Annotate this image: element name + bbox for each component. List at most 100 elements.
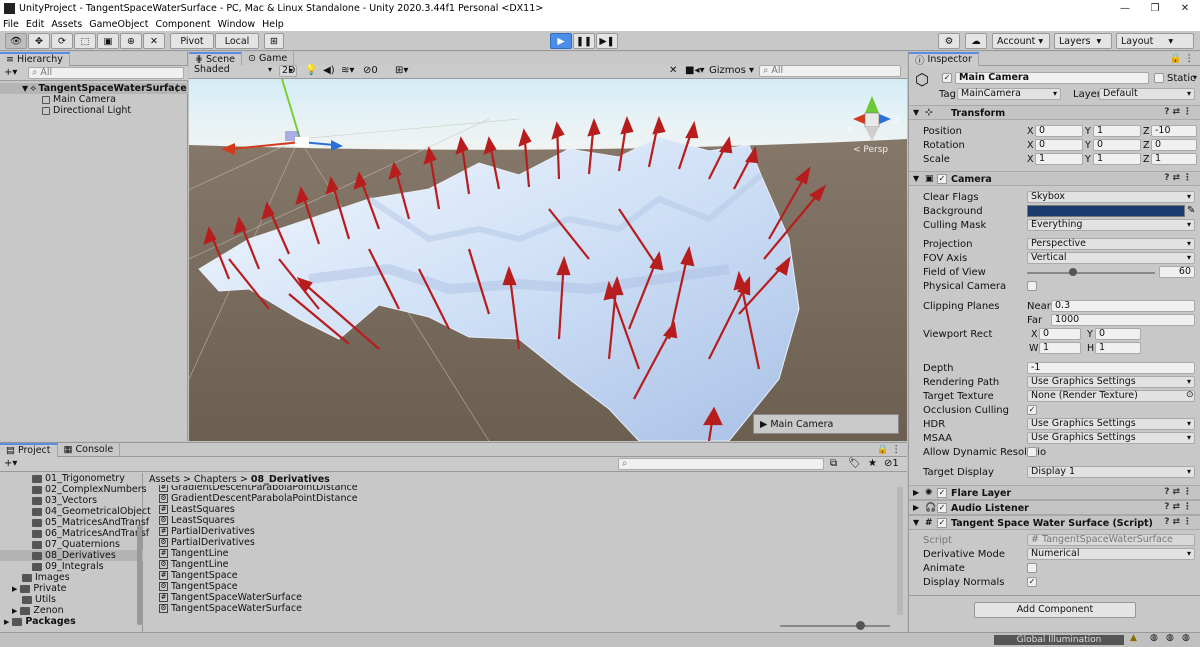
static-checkbox[interactable] xyxy=(1154,73,1164,83)
favorites-icon[interactable]: ★ xyxy=(868,458,877,469)
camera-header[interactable]: ▼ ▣ ✓ Camera ?⇄⋮ xyxy=(909,171,1200,186)
flare-enabled-checkbox[interactable]: ✓ xyxy=(937,488,947,498)
audio-listener-enabled-checkbox[interactable]: ✓ xyxy=(937,503,947,513)
file-item[interactable]: # TangentLine xyxy=(159,548,229,559)
project-lock-icon[interactable]: 🔒 ⋮ xyxy=(877,444,901,455)
create-icon[interactable]: +▾ xyxy=(4,458,17,469)
file-item[interactable]: ⚙ TangentSpace xyxy=(159,581,238,592)
tag-dropdown[interactable]: MainCamera xyxy=(957,88,1061,100)
folder-item[interactable]: 07_Quaternions xyxy=(32,539,120,550)
gizmos-dropdown[interactable]: Gizmos ▾ xyxy=(709,65,754,76)
breadcrumb-assets[interactable]: Assets xyxy=(149,474,180,485)
lighting-status-icon[interactable]: ◍ xyxy=(1150,633,1158,643)
file-item[interactable]: ⚙ GradientDescentParabolaPointDistance xyxy=(159,493,358,504)
dynamic-resolution-checkbox[interactable] xyxy=(1027,447,1037,457)
menu-window[interactable]: Window xyxy=(218,19,255,30)
scene-search-input[interactable]: ⌕ All xyxy=(759,65,901,77)
grid-snap-icon[interactable]: ⊞ xyxy=(264,33,284,49)
play-button[interactable]: ▶ xyxy=(550,33,572,49)
scale-y[interactable]: 1 xyxy=(1093,153,1141,165)
fov-slider-handle[interactable] xyxy=(1069,268,1077,276)
layer-dropdown[interactable]: Default xyxy=(1099,88,1195,100)
file-item[interactable]: ⚙ PartialDerivatives xyxy=(159,537,255,548)
hierarchy-item-main-camera[interactable]: Main Camera xyxy=(42,94,116,105)
viewport-h[interactable]: 1 xyxy=(1095,342,1141,354)
folder-item[interactable]: ▶ Private xyxy=(12,583,67,594)
culling-mask-dropdown[interactable]: Everything xyxy=(1027,219,1195,231)
folder-item[interactable]: ▶ Zenon xyxy=(12,605,64,616)
fov-field[interactable]: 60 xyxy=(1159,266,1195,278)
add-component-button[interactable]: Add Component xyxy=(974,602,1136,618)
animate-checkbox[interactable] xyxy=(1027,563,1037,573)
layout-dropdown[interactable]: Layout ▾ xyxy=(1116,33,1194,49)
script-enabled-checkbox[interactable]: ✓ xyxy=(937,518,947,528)
tab-hierarchy[interactable]: ≡ Hierarchy xyxy=(0,51,70,66)
script-header[interactable]: ▼ # ✓ Tangent Space Water Surface (Script… xyxy=(909,515,1200,530)
viewport-y[interactable]: 0 xyxy=(1095,328,1141,340)
far-field[interactable]: 1000 xyxy=(1051,314,1195,326)
move-tool-icon[interactable]: ✥ xyxy=(28,33,50,49)
tab-inspector[interactable]: ⓘ Inspector xyxy=(909,51,979,67)
tab-project[interactable]: ▤ Project xyxy=(0,442,58,457)
fov-axis-dropdown[interactable]: Vertical xyxy=(1027,252,1195,264)
packages-folder[interactable]: ▶ Packages xyxy=(4,616,76,627)
inspector-lock-icon[interactable]: 🔒 ⋮ xyxy=(1170,53,1194,64)
icon-size-slider-handle[interactable] xyxy=(856,621,865,630)
position-x[interactable]: 0 xyxy=(1035,125,1083,137)
rotation-z[interactable]: 0 xyxy=(1151,139,1197,151)
clear-flags-dropdown[interactable]: Skybox xyxy=(1027,191,1195,203)
breadcrumb-current[interactable]: 08_Derivatives xyxy=(251,474,330,485)
filter-type-icon[interactable]: ⧉ xyxy=(830,458,837,469)
maximize-button[interactable]: ❐ xyxy=(1140,3,1170,14)
occlusion-culling-checkbox[interactable]: ✓ xyxy=(1027,405,1037,415)
scale-z[interactable]: 1 xyxy=(1151,153,1197,165)
camera-icon[interactable]: ■◂▾ xyxy=(685,65,705,76)
physical-camera-checkbox[interactable] xyxy=(1027,281,1037,291)
collab-icon[interactable]: ⚙ xyxy=(938,33,960,49)
transform-header[interactable]: ▼ ⊹ Transform ?⇄⋮ xyxy=(909,105,1200,120)
msaa-dropdown[interactable]: Use Graphics Settings xyxy=(1027,432,1195,444)
object-picker-icon[interactable]: ⊙ xyxy=(1186,390,1194,400)
active-checkbox[interactable]: ✓ xyxy=(942,73,952,83)
derivative-mode-dropdown[interactable]: Numerical xyxy=(1027,548,1195,560)
audio-listener-header[interactable]: ▶ 🎧 ✓ Audio Listener ?⇄⋮ xyxy=(909,500,1200,515)
viewport-x[interactable]: 0 xyxy=(1039,328,1081,340)
scene-viewport[interactable]: x z < Persp ▶ Main Camera xyxy=(189,79,907,441)
position-y[interactable]: 1 xyxy=(1093,125,1141,137)
minimize-button[interactable]: — xyxy=(1110,3,1140,14)
display-normals-checkbox[interactable]: ✓ xyxy=(1027,577,1037,587)
layers-dropdown[interactable]: Layers ▾ xyxy=(1054,33,1112,49)
hidden-objects-icon[interactable]: ⊘0 xyxy=(363,65,378,76)
position-z[interactable]: -10 xyxy=(1151,125,1197,137)
folder-item[interactable]: 09_Integrals xyxy=(32,561,104,572)
pivot-toggle[interactable]: Pivot xyxy=(170,33,214,49)
menu-gameobject[interactable]: GameObject xyxy=(89,19,148,30)
filter-label-icon[interactable]: 🏷 xyxy=(848,458,861,469)
add-icon[interactable]: +▾ xyxy=(4,67,17,78)
file-list-scrollbar[interactable] xyxy=(897,487,903,615)
folder-item[interactable]: 04_GeometricalObject xyxy=(32,506,151,517)
fov-slider-track[interactable] xyxy=(1027,272,1155,274)
audio-icon[interactable]: ◀) xyxy=(323,65,335,76)
shading-dropdown[interactable]: Shaded xyxy=(191,65,275,77)
file-item[interactable]: ⚙ TangentSpaceWaterSurface xyxy=(159,603,302,614)
file-item[interactable]: # TangentSpaceWaterSurface xyxy=(159,592,302,603)
hidden-packages-icon[interactable]: ⊘1 xyxy=(884,458,899,469)
tree-scrollbar[interactable] xyxy=(137,525,142,625)
view-tool-eye-icon[interactable]: 👁 xyxy=(5,33,27,49)
menu-help[interactable]: Help xyxy=(262,19,284,30)
folder-item[interactable]: 01_Trigonometry xyxy=(32,473,125,484)
custom-tool-icon[interactable]: ✕ xyxy=(143,33,165,49)
menu-edit[interactable]: Edit xyxy=(26,19,44,30)
camera-preview-overlay[interactable]: ▶ Main Camera xyxy=(753,414,899,434)
icon-size-slider-track[interactable] xyxy=(780,625,890,627)
rotation-y[interactable]: 0 xyxy=(1093,139,1141,151)
scale-tool-icon[interactable]: ⬚ xyxy=(74,33,96,49)
object-name-field[interactable]: Main Camera xyxy=(955,72,1149,84)
background-color-swatch[interactable] xyxy=(1027,205,1185,217)
project-search-input[interactable]: ⌕ xyxy=(618,458,824,470)
hierarchy-scene-row[interactable]: ▼ ⟡ TangentSpaceWaterSurface ⋮ xyxy=(0,83,188,94)
file-item[interactable]: # LeastSquares xyxy=(159,504,235,515)
scene-more-icon[interactable]: ⋮ xyxy=(173,83,183,94)
file-item[interactable]: ⚙ TangentLine xyxy=(159,559,229,570)
